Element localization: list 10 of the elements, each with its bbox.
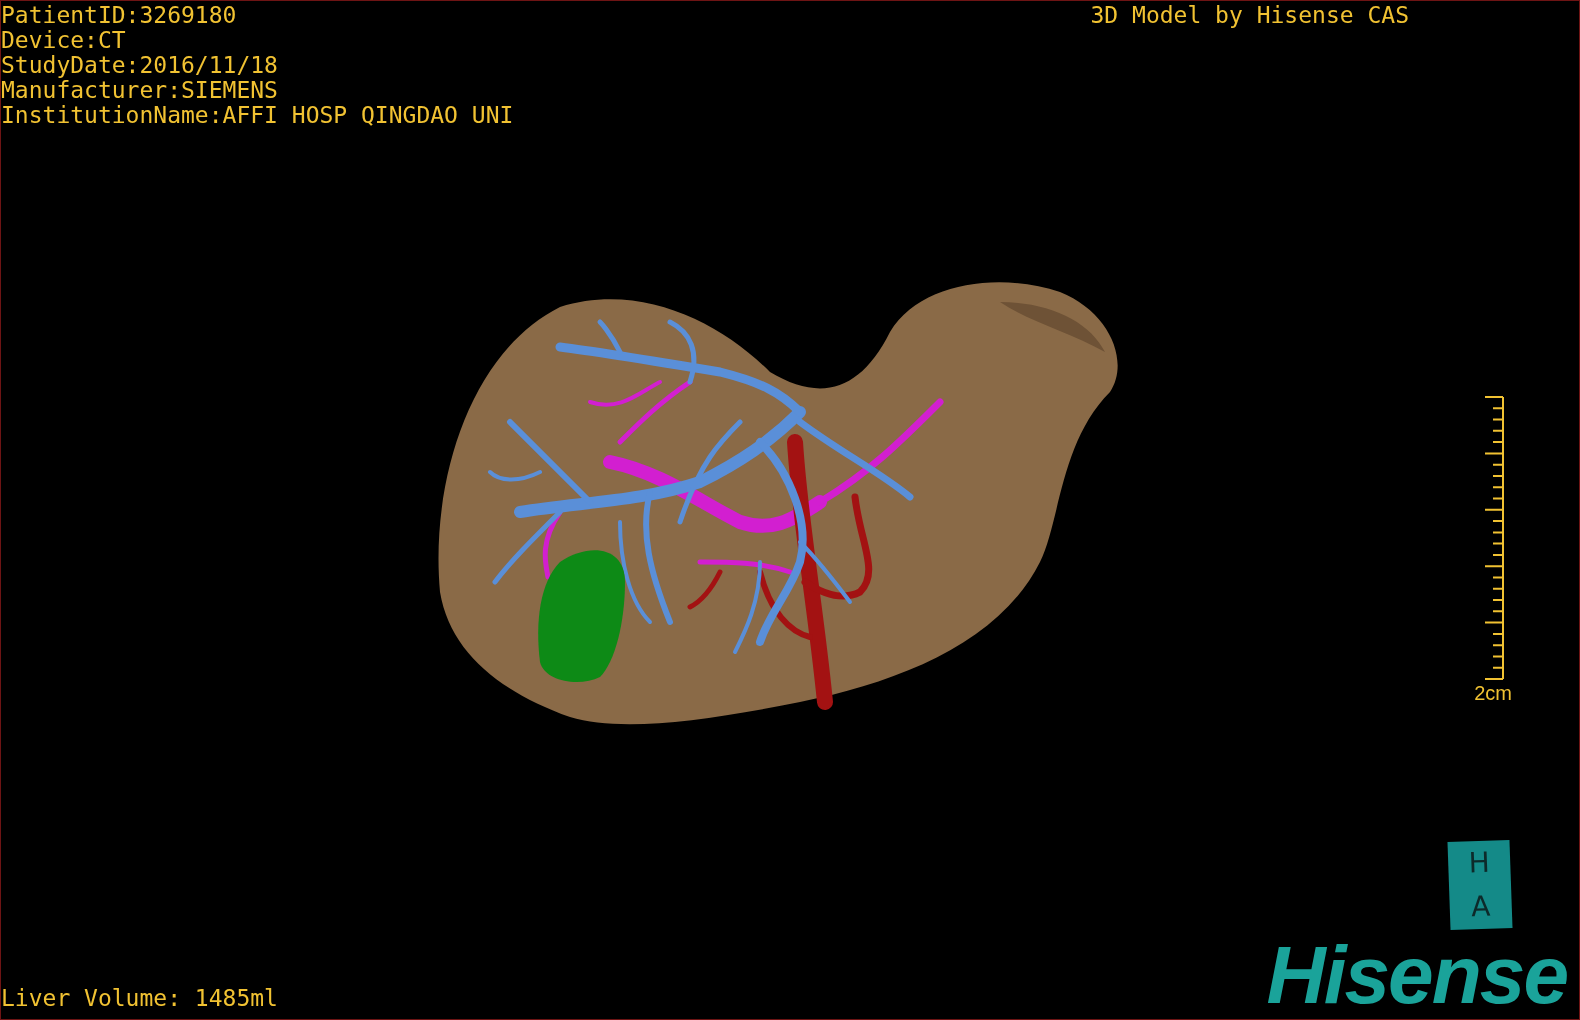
patient-info-line: Device:CT <box>1 28 127 53</box>
liver-volume-text: Liver Volume: 1485ml <box>1 986 278 1011</box>
patient-info-line: PatientID:3269180 <box>1 3 238 28</box>
orientation-cube[interactable]: H A <box>1447 839 1513 931</box>
scale-label: 2cm <box>1474 682 1512 704</box>
logo-text: Hisense <box>1266 937 1568 1013</box>
patient-info-line: InstitutionName:AFFI HOSP QINGDAO UNI <box>1 103 514 128</box>
patient-info-line: StudyDate:2016/11/18 <box>1 53 279 78</box>
patient-info-line: Manufacturer:SIEMENS <box>1 78 279 103</box>
viewer-title: 3D Model by Hisense CAS <box>1090 3 1409 28</box>
